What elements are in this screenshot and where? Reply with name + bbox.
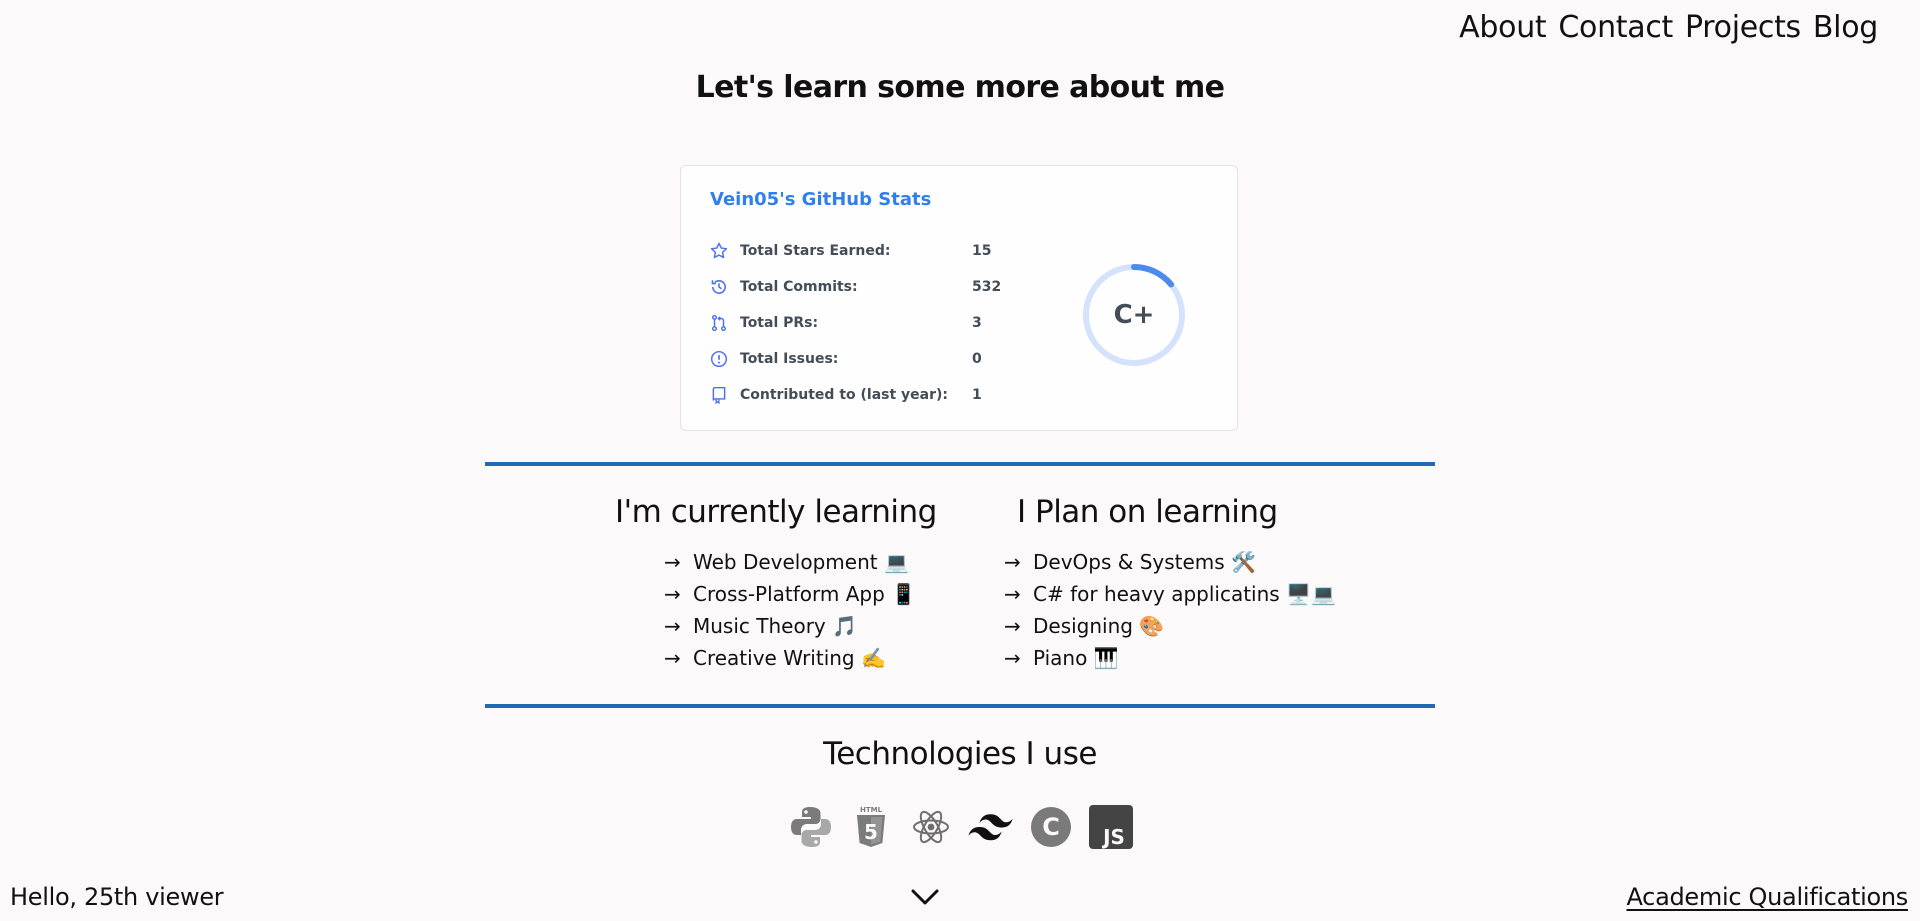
section-divider-top	[485, 462, 1435, 466]
list-item: → Cross-Platform App 📱	[664, 580, 916, 612]
html5-icon: HTML 5	[848, 804, 893, 849]
page-heading: Let's learn some more about me	[695, 70, 1225, 105]
list-item-text: Music Theory 🎵	[693, 614, 858, 638]
javascript-icon: JS	[1088, 804, 1133, 849]
stat-row-prs: Total PRs: 3	[710, 313, 982, 333]
rank-circle: C+	[1081, 262, 1187, 368]
list-item: → C# for heavy applicatins 🖥️💻	[1004, 580, 1336, 612]
list-item-text: Creative Writing ✍️	[693, 646, 886, 670]
star-icon	[710, 242, 728, 259]
stat-row-issues: Total Issues: 0	[710, 349, 982, 369]
arrow-icon: →	[664, 582, 681, 606]
nav-contact-link[interactable]: Contact	[1558, 10, 1673, 45]
list-item-text: Cross-Platform App 📱	[693, 582, 917, 606]
list-item: → Web Development 💻	[664, 548, 916, 580]
arrow-icon: →	[1004, 614, 1021, 638]
history-icon	[711, 280, 726, 294]
html5-badge-label: HTML	[859, 806, 882, 814]
tailwind-icon	[968, 804, 1013, 849]
c-icon-letter: C	[1042, 813, 1060, 841]
stat-label: Contributed to (last year):	[740, 387, 949, 403]
pull-request-icon	[711, 314, 727, 332]
python-icon	[788, 804, 833, 849]
c-icon: C	[1028, 804, 1073, 849]
list-item-text: Designing 🎨	[1033, 614, 1165, 638]
stat-row-commits: Total Commits: 532	[710, 277, 1001, 297]
arrow-icon: →	[664, 646, 681, 670]
currently-learning-title: I'm currently learning	[615, 494, 937, 530]
section-divider-bottom	[485, 704, 1435, 708]
top-nav: About Contact Projects Blog	[1459, 10, 1878, 45]
list-item: → Designing 🎨	[1004, 612, 1336, 644]
stats-card-title: Vein05's GitHub Stats	[710, 189, 932, 210]
stat-value: 1	[972, 387, 982, 403]
repo-icon	[712, 386, 726, 404]
rank-grade: C+	[1113, 300, 1155, 330]
stat-value: 3	[972, 315, 982, 331]
list-item-text: Piano 🎹	[1033, 646, 1119, 670]
javascript-icon-letters: JS	[1101, 825, 1125, 849]
stat-label: Total Commits:	[740, 279, 858, 295]
arrow-icon: →	[664, 614, 681, 638]
stat-value: 0	[972, 351, 982, 367]
html5-badge-number: 5	[864, 820, 878, 844]
currently-learning-list: → Web Development 💻 → Cross-Platform App 📱…	[664, 548, 916, 676]
nav-blog-link[interactable]: Blog	[1813, 10, 1878, 45]
stat-label: Total PRs:	[740, 315, 819, 331]
list-item-text: DevOps & Systems 🛠️	[1033, 550, 1256, 574]
chevron-down-icon[interactable]	[910, 886, 940, 908]
stat-label: Total Stars Earned:	[740, 243, 891, 259]
list-item: → Piano 🎹	[1004, 644, 1336, 676]
arrow-icon: →	[1004, 646, 1021, 670]
academic-qualifications-link[interactable]: Academic Qualifications	[1626, 883, 1908, 911]
list-item: → Creative Writing ✍️	[664, 644, 916, 676]
stat-value: 15	[972, 243, 992, 259]
arrow-icon: →	[1004, 550, 1021, 574]
arrow-icon: →	[1004, 582, 1021, 606]
issue-icon	[710, 350, 728, 368]
stat-label: Total Issues:	[740, 351, 839, 367]
technologies-icons: HTML 5 C JS	[788, 804, 1133, 849]
viewer-count-text: Hello, 25th viewer	[10, 883, 224, 911]
list-item: → DevOps & Systems 🛠️	[1004, 548, 1336, 580]
arrow-icon: →	[664, 550, 681, 574]
nav-about-link[interactable]: About	[1459, 10, 1547, 45]
plan-learning-list: → DevOps & Systems 🛠️ → C# for heavy appli…	[1004, 548, 1336, 676]
stat-row-contributed: Contributed to (last year): 1	[710, 385, 982, 405]
react-icon	[908, 804, 953, 849]
stat-row-stars: Total Stars Earned: 15	[710, 241, 991, 261]
list-item-text: Web Development 💻	[693, 550, 909, 574]
stat-value: 532	[972, 279, 1002, 295]
nav-projects-link[interactable]: Projects	[1685, 10, 1801, 45]
list-item-text: C# for heavy applicatins 🖥️💻	[1033, 582, 1336, 606]
github-stats-card[interactable]: Vein05's GitHub Stats Total Stars Earned…	[680, 165, 1238, 431]
plan-learning-title: I Plan on learning	[1017, 494, 1278, 530]
list-item: → Music Theory 🎵	[664, 612, 916, 644]
technologies-title: Technologies I use	[823, 736, 1097, 772]
